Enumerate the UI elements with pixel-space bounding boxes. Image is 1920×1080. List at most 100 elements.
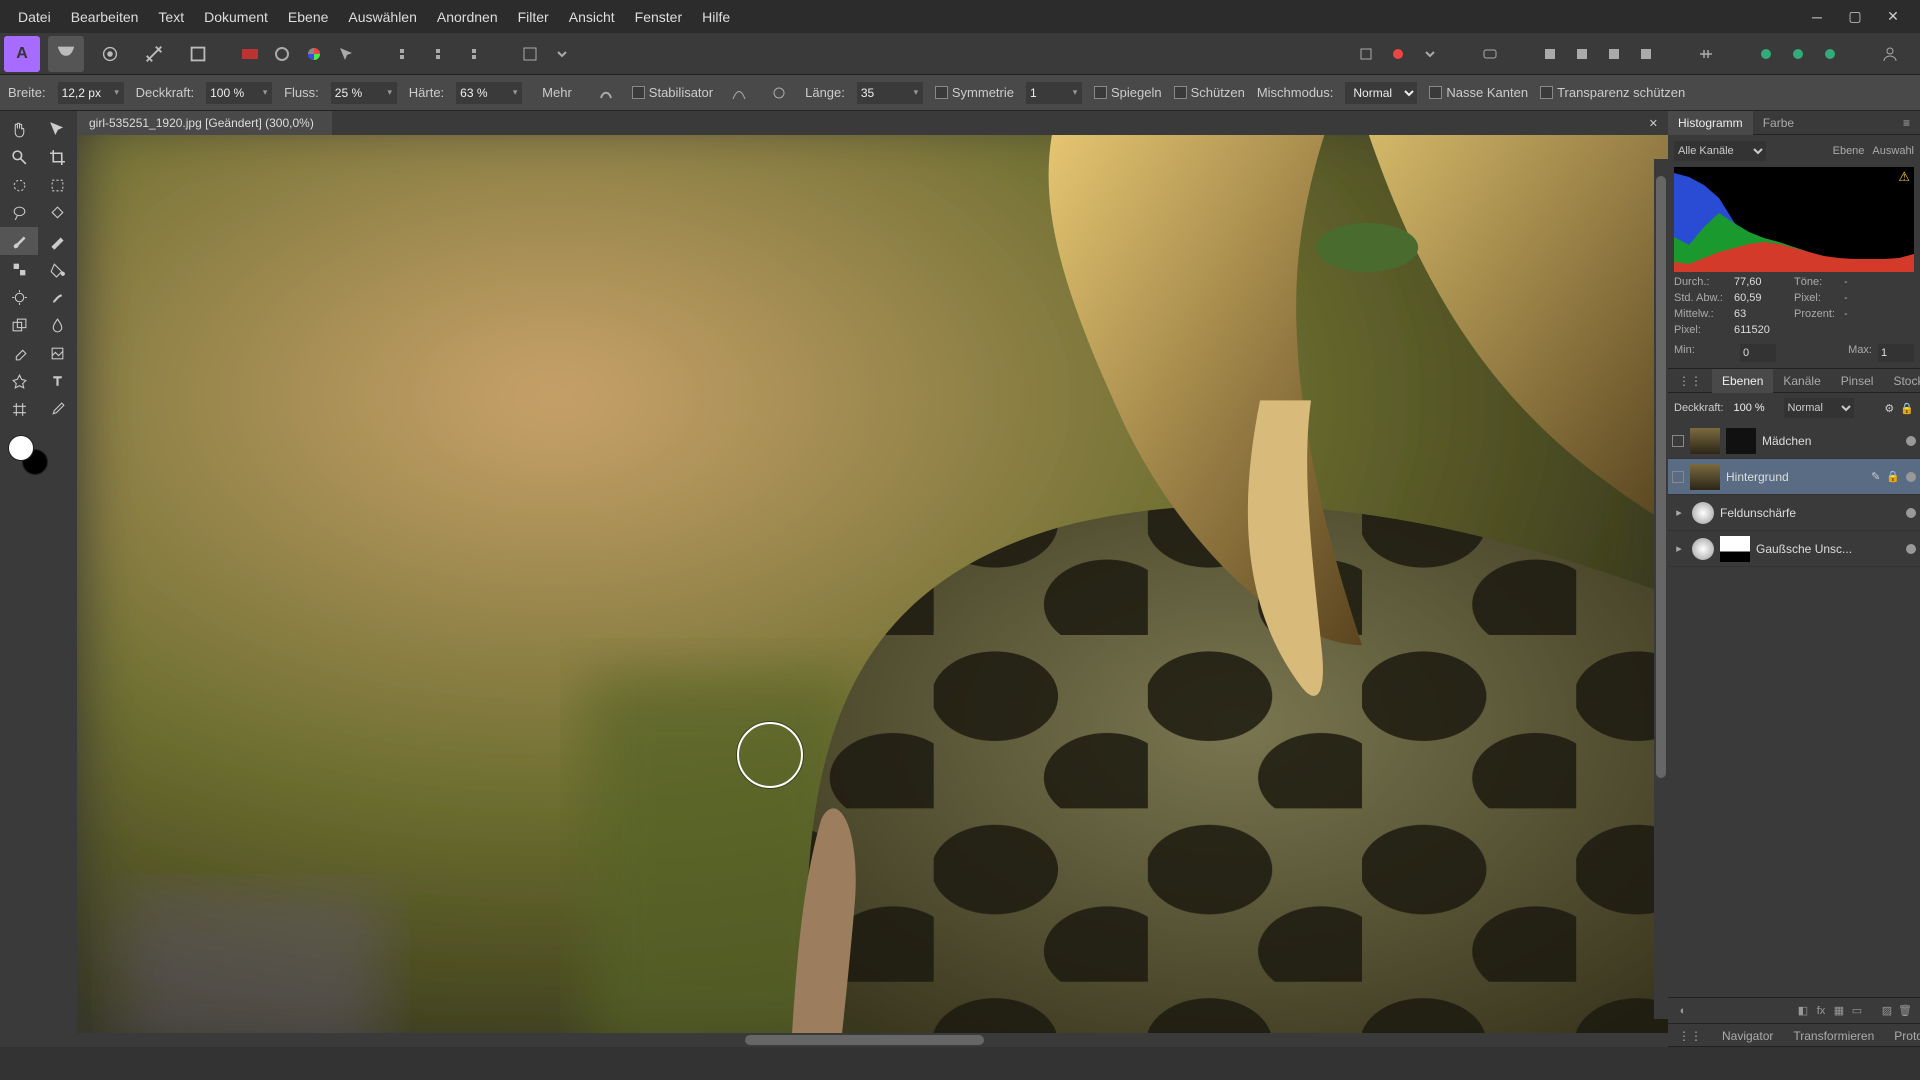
stat-max-input[interactable] bbox=[1878, 344, 1914, 362]
menu-select[interactable]: Auswählen bbox=[338, 5, 427, 29]
snapshot-icon[interactable] bbox=[268, 40, 296, 68]
length-input[interactable] bbox=[857, 82, 909, 104]
hand-tool[interactable] bbox=[0, 115, 38, 143]
align-right-icon[interactable] bbox=[456, 40, 484, 68]
visibility-dot-icon[interactable] bbox=[1906, 436, 1916, 446]
delete-layer-icon[interactable]: 🗑 bbox=[1896, 1002, 1914, 1020]
crop-snap-icon[interactable] bbox=[1352, 40, 1380, 68]
layer-row[interactable]: ▸Gaußsche Unsc... bbox=[1668, 531, 1920, 567]
channels-select[interactable]: Alle Kanäle bbox=[1674, 141, 1766, 161]
paint-brush-tool[interactable] bbox=[0, 227, 38, 255]
layer-lock-icon[interactable]: 🔒 bbox=[1900, 402, 1914, 415]
document-tab[interactable]: girl-535251_1920.jpg [Geändert] (300,0%) bbox=[77, 111, 332, 135]
sync-icon[interactable] bbox=[1752, 40, 1780, 68]
tab-brushes[interactable]: Pinsel bbox=[1831, 369, 1884, 393]
arrange-3-icon[interactable] bbox=[1600, 40, 1628, 68]
tab-stock[interactable]: Stock bbox=[1883, 369, 1920, 393]
layer-check[interactable] bbox=[1672, 471, 1684, 483]
persona-tonemap[interactable] bbox=[180, 36, 216, 72]
text-tool[interactable] bbox=[38, 367, 76, 395]
tab-navigator[interactable]: Navigator bbox=[1712, 1024, 1783, 1048]
protectalpha-checkbox[interactable]: Transparenz schützen bbox=[1540, 85, 1685, 100]
menu-layer[interactable]: Ebene bbox=[278, 5, 338, 29]
menu-help[interactable]: Hilfe bbox=[692, 5, 740, 29]
visibility-dot-icon[interactable] bbox=[1906, 508, 1916, 518]
menu-arrange[interactable]: Anordnen bbox=[427, 5, 508, 29]
vertical-scrollbar[interactable] bbox=[1654, 159, 1668, 1019]
wetedges-checkbox[interactable]: Nasse Kanten bbox=[1429, 85, 1528, 100]
tab-color[interactable]: Farbe bbox=[1753, 111, 1804, 135]
document-tab-close[interactable]: ✕ bbox=[1649, 117, 1658, 130]
quickmask-icon[interactable] bbox=[236, 40, 264, 68]
window-maximize[interactable]: ▢ bbox=[1836, 0, 1874, 33]
menu-text[interactable]: Text bbox=[148, 5, 194, 29]
view-mode-chevron-icon[interactable] bbox=[548, 40, 576, 68]
layer-edit-icon[interactable]: ✎ bbox=[1871, 470, 1880, 483]
layer-check[interactable] bbox=[1672, 435, 1684, 447]
layer-lock2-icon[interactable]: 🔒 bbox=[1886, 470, 1900, 483]
layer-opacity-input[interactable] bbox=[1730, 399, 1778, 417]
horizontal-scrollbar[interactable] bbox=[77, 1033, 1668, 1047]
view-mode-icon[interactable] bbox=[516, 40, 544, 68]
arrange-2-icon[interactable] bbox=[1568, 40, 1596, 68]
canvas[interactable] bbox=[77, 135, 1668, 1033]
persona-liquify[interactable] bbox=[92, 36, 128, 72]
marquee-tool[interactable] bbox=[38, 171, 76, 199]
upload-icon[interactable] bbox=[1816, 40, 1844, 68]
opacity-chevron-icon[interactable]: ▾ bbox=[258, 82, 272, 104]
opacity-input[interactable] bbox=[206, 82, 258, 104]
color-swatch[interactable] bbox=[8, 435, 48, 475]
visibility-dot-icon[interactable] bbox=[1906, 544, 1916, 554]
erase-tool[interactable] bbox=[0, 339, 38, 367]
hist-layer-btn[interactable]: Ebene bbox=[1833, 145, 1865, 157]
persona-develop[interactable] bbox=[136, 36, 172, 72]
layer-row[interactable]: Hintergrund✎🔒 bbox=[1668, 459, 1920, 495]
align-panel-icon[interactable] bbox=[1692, 40, 1720, 68]
symmetry-checkbox[interactable]: Symmetrie bbox=[935, 85, 1014, 100]
mirror-checkbox[interactable]: Spiegeln bbox=[1094, 85, 1162, 100]
menu-edit[interactable]: Bearbeiten bbox=[61, 5, 149, 29]
account-icon[interactable] bbox=[1876, 40, 1904, 68]
inpaint-tool[interactable] bbox=[38, 339, 76, 367]
pixel-tool[interactable] bbox=[0, 255, 38, 283]
cloud-icon[interactable] bbox=[1784, 40, 1812, 68]
persona-photo[interactable] bbox=[48, 36, 84, 72]
blend-select[interactable]: Normal bbox=[1345, 82, 1417, 104]
mesh-tool[interactable] bbox=[0, 395, 38, 423]
rope-stabilizer-icon[interactable] bbox=[725, 79, 753, 107]
symmetry-input[interactable] bbox=[1026, 82, 1068, 104]
shape-tool[interactable] bbox=[0, 367, 38, 395]
flow-input[interactable] bbox=[331, 82, 383, 104]
tab-history[interactable]: Protokoll bbox=[1884, 1024, 1920, 1048]
layer-collapse-icon[interactable]: ▸ bbox=[1672, 542, 1686, 555]
panel-menu-icon[interactable]: ≡ bbox=[1893, 111, 1920, 135]
width-input[interactable] bbox=[58, 82, 110, 104]
window-minimize[interactable]: ─ bbox=[1798, 0, 1836, 33]
tab-transform[interactable]: Transformieren bbox=[1783, 1024, 1884, 1048]
tab-layers[interactable]: Ebenen bbox=[1712, 369, 1773, 393]
drag-handle2-icon[interactable]: ⋮⋮ bbox=[1668, 1024, 1712, 1048]
add-pixel-layer-icon[interactable]: ▨ bbox=[1878, 1002, 1896, 1020]
selection-brush-tool[interactable] bbox=[0, 171, 38, 199]
align-center-icon[interactable] bbox=[424, 40, 452, 68]
more-button[interactable]: Mehr bbox=[534, 83, 580, 102]
eyedropper-tool[interactable] bbox=[38, 395, 76, 423]
clone-tool[interactable] bbox=[0, 311, 38, 339]
tab-channels[interactable]: Kanäle bbox=[1773, 369, 1830, 393]
layer-gear-icon[interactable]: ⚙ bbox=[1884, 402, 1894, 415]
stabilizer-checkbox[interactable]: Stabilisator bbox=[632, 85, 713, 100]
layer-blend-select[interactable]: Normal bbox=[1784, 398, 1854, 418]
mask-mode-icon[interactable] bbox=[1384, 40, 1412, 68]
add-adjustment-icon[interactable]: ◧ bbox=[1794, 1002, 1812, 1020]
lasso-tool[interactable] bbox=[0, 199, 38, 227]
hist-selection-btn[interactable]: Auswahl bbox=[1872, 145, 1914, 157]
fg-color[interactable] bbox=[8, 435, 34, 461]
arrange-4-icon[interactable] bbox=[1632, 40, 1660, 68]
layer-collapse-icon[interactable]: ▸ bbox=[1672, 506, 1686, 519]
crop-tool[interactable] bbox=[38, 143, 76, 171]
menu-file[interactable]: Datei bbox=[8, 5, 61, 29]
smudge-tool[interactable] bbox=[38, 283, 76, 311]
align-left-icon[interactable] bbox=[392, 40, 420, 68]
color-replace-tool[interactable] bbox=[38, 227, 76, 255]
layer-row[interactable]: Mädchen bbox=[1668, 423, 1920, 459]
